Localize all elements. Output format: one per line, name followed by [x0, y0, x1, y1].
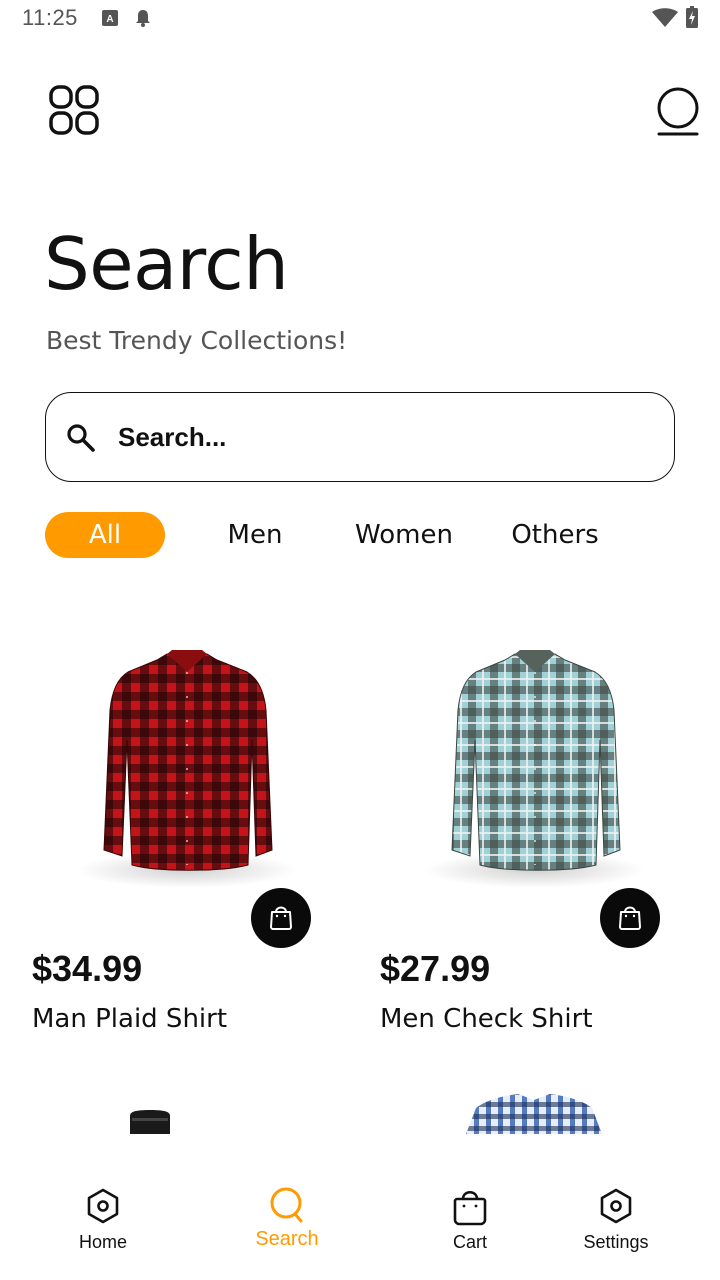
- nav-item-settings[interactable]: Settings: [546, 1140, 686, 1260]
- product-image-blue-check-shirt: [466, 1094, 602, 1134]
- category-chip-men[interactable]: Men: [210, 512, 300, 558]
- product-name: Man Plaid Shirt: [32, 1004, 228, 1034]
- svg-text:A: A: [106, 14, 113, 25]
- add-to-cart-button[interactable]: [251, 888, 311, 948]
- nav-item-cart[interactable]: Cart: [400, 1140, 540, 1260]
- bag-icon: [453, 1190, 487, 1226]
- text-notification-icon: A: [102, 10, 118, 26]
- nav-label: Search: [255, 1228, 319, 1250]
- search-box[interactable]: [45, 392, 675, 482]
- search-input[interactable]: [118, 417, 638, 457]
- home-icon: [87, 1188, 119, 1224]
- wifi-icon: [652, 8, 678, 27]
- battery-charging-icon: [686, 6, 698, 28]
- settings-icon: [600, 1188, 632, 1224]
- status-time: 11:25: [22, 5, 78, 30]
- product-price: $27.99: [380, 948, 491, 989]
- add-to-cart-button[interactable]: [600, 888, 660, 948]
- nav-label: Home: [78, 1232, 127, 1252]
- product-image-bottle: [130, 1110, 170, 1134]
- shopping-bag-icon: [270, 906, 292, 930]
- page-subtitle: Best Trendy Collections!: [46, 326, 348, 355]
- category-chip-others[interactable]: Others: [505, 512, 605, 558]
- bell-icon: [136, 10, 150, 27]
- search-icon: [270, 1187, 303, 1223]
- nav-label: Cart: [452, 1232, 487, 1252]
- product-card[interactable]: $34.99 Man Plaid Shirt: [32, 620, 352, 1034]
- product-image-check-shirt: [425, 650, 645, 888]
- nav-label: Settings: [583, 1232, 649, 1252]
- profile-icon: [657, 87, 699, 136]
- bottom-nav: Home Search Cart Settings: [0, 1140, 720, 1280]
- page-title: Search: [44, 222, 289, 306]
- category-chip-all[interactable]: All: [45, 512, 165, 558]
- menu-button[interactable]: [48, 84, 104, 140]
- product-card[interactable]: $27.99 Men Check Shirt: [380, 620, 700, 1034]
- product-image-red-plaid-shirt: [77, 650, 297, 888]
- category-chip-women[interactable]: Women: [348, 512, 460, 558]
- nav-item-search[interactable]: Search: [217, 1140, 357, 1260]
- nav-item-home[interactable]: Home: [33, 1140, 173, 1260]
- search-icon: [67, 424, 95, 452]
- product-name: Men Check Shirt: [380, 1004, 593, 1034]
- product-price: $34.99: [32, 948, 143, 989]
- shopping-bag-icon: [619, 906, 641, 930]
- grid-menu-icon: [49, 85, 99, 135]
- status-bar: 11:25 A: [0, 0, 720, 36]
- profile-button[interactable]: [654, 86, 702, 138]
